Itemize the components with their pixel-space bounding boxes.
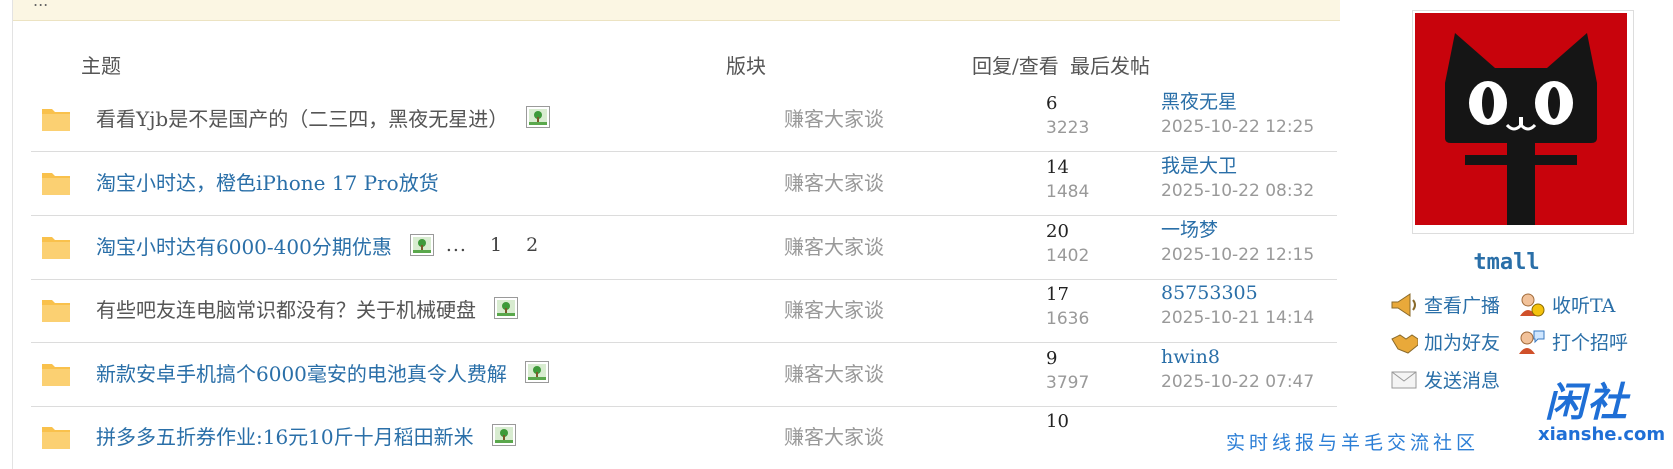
listen-user-icon	[1520, 293, 1545, 316]
add-friend-label: 加为好友	[1424, 332, 1501, 354]
username[interactable]: tmall	[1340, 250, 1673, 275]
reply-count: 9	[1046, 348, 1058, 369]
thread-title[interactable]: 看看Yjb是不是国产的（二三四，黑夜无星进）	[96, 103, 508, 132]
table-row[interactable]: 淘宝小时达，橙色iPhone 17 Pro放货 赚客大家谈 14 1484 我是…	[31, 148, 1337, 216]
greet-user-icon	[1519, 330, 1545, 354]
thread-list-panel: ... 主题 版块 回复/查看 最后发帖 看看Yjb是不是国产的（二三四，黑夜无…	[12, 0, 1343, 469]
image-attachment-icon	[494, 297, 518, 319]
header-forum: 版块	[726, 54, 766, 78]
image-attachment-icon	[491, 424, 516, 446]
page-ellipsis: ...	[445, 234, 467, 256]
last-post-time[interactable]: 2025-10-22 07:47	[1161, 370, 1314, 395]
view-count: 3797	[1046, 373, 1090, 393]
forum-name[interactable]: 赚客大家谈	[784, 421, 884, 450]
header-subject: 主题	[81, 54, 121, 78]
folder-icon	[42, 109, 70, 131]
reply-count: 20	[1046, 221, 1069, 242]
last-post-author[interactable]: 我是大卫	[1161, 154, 1314, 179]
image-attachment-icon	[409, 234, 434, 256]
image-attachment-icon	[524, 361, 549, 383]
last-post-time[interactable]: 2025-10-22 12:15	[1161, 243, 1314, 268]
last-post-author[interactable]: hwin8	[1161, 345, 1314, 370]
watermark-domain: xianshe.com	[1538, 424, 1666, 445]
breadcrumb-strip: ...	[13, 0, 1342, 21]
view-count: 1484	[1046, 182, 1090, 202]
folder-icon	[42, 364, 70, 386]
last-post-time[interactable]: 2025-10-21 14:14	[1161, 306, 1314, 331]
greet-button[interactable]: 打个招呼	[1518, 328, 1628, 355]
thread-title[interactable]: 淘宝小时达，橙色iPhone 17 Pro放货	[96, 167, 439, 196]
last-post-author[interactable]: 85753305	[1161, 281, 1314, 306]
greet-label: 打个招呼	[1552, 332, 1629, 354]
tmall-cat-avatar-icon	[1415, 13, 1627, 225]
follow-button[interactable]: 收听TA	[1518, 291, 1615, 318]
view-count: 1636	[1046, 309, 1090, 329]
reply-count: 6	[1046, 93, 1058, 114]
reply-count: 10	[1046, 411, 1069, 432]
thread-title[interactable]: 拼多多五折券作业:16元10斤十月稻田新米	[96, 421, 474, 450]
table-row[interactable]: 看看Yjb是不是国产的（二三四，黑夜无星进） 赚客大家谈 6 3223 黑夜无星…	[31, 84, 1337, 152]
folder-icon	[42, 427, 70, 449]
last-post-author[interactable]: 一场梦	[1161, 218, 1314, 243]
envelope-icon	[1391, 371, 1417, 388]
handshake-icon	[1391, 333, 1418, 354]
thread-title[interactable]: 有些吧友连电脑常识都没有？关于机械硬盘	[96, 294, 476, 323]
folder-icon	[42, 237, 70, 259]
breadcrumb: ...	[33, 0, 49, 10]
watermark-logo: 闲社	[1545, 380, 1629, 426]
last-post-time[interactable]: 2025-10-22 08:32	[1161, 179, 1314, 204]
megaphone-icon	[1391, 292, 1416, 317]
watermark-slogan: 实时线报与羊毛交流社区	[1126, 428, 1497, 468]
view-count: 1402	[1046, 246, 1090, 266]
reply-count: 14	[1046, 157, 1069, 178]
forum-name[interactable]: 赚客大家谈	[784, 231, 884, 260]
send-message-button[interactable]: 发送消息	[1390, 366, 1500, 393]
forum-name[interactable]: 赚客大家谈	[784, 167, 884, 196]
folder-icon	[42, 300, 70, 322]
forum-name[interactable]: 赚客大家谈	[784, 358, 884, 387]
header-replies-views: 回复/查看	[972, 54, 1059, 78]
forum-name[interactable]: 赚客大家谈	[784, 103, 884, 132]
page-link-2[interactable]: 2	[526, 234, 539, 256]
last-post-author[interactable]: 黑夜无星	[1161, 90, 1314, 115]
reply-count: 17	[1046, 284, 1069, 305]
last-post-time[interactable]: 2025-10-22 12:25	[1161, 115, 1314, 140]
thread-title[interactable]: 新款安卓手机搞个6000毫安的电池真令人费解	[96, 358, 507, 387]
table-row[interactable]: 有些吧友连电脑常识都没有？关于机械硬盘 赚客大家谈 17 1636 857533…	[31, 275, 1337, 343]
page-link-1[interactable]: 1	[490, 234, 503, 256]
page-links: ... 1 2	[446, 234, 539, 256]
avatar[interactable]	[1412, 10, 1634, 234]
table-row[interactable]: 淘宝小时达有6000-400分期优惠 ... 1 2 赚客大家谈 20 1402…	[31, 212, 1337, 280]
header-last-post: 最后发帖	[1070, 54, 1150, 78]
view-broadcast-button[interactable]: 查看广播	[1390, 291, 1500, 318]
folder-icon	[42, 173, 70, 195]
forum-name[interactable]: 赚客大家谈	[784, 294, 884, 323]
add-friend-button[interactable]: 加为好友	[1390, 328, 1500, 355]
send-message-label: 发送消息	[1424, 370, 1501, 392]
image-attachment-icon	[526, 106, 551, 128]
follow-label: 收听TA	[1552, 295, 1616, 317]
thread-title[interactable]: 淘宝小时达有6000-400分期优惠	[96, 231, 392, 260]
table-row[interactable]: 新款安卓手机搞个6000毫安的电池真令人费解 赚客大家谈 9 3797 hwin…	[31, 339, 1337, 407]
view-count: 3223	[1046, 118, 1090, 138]
view-broadcast-label: 查看广播	[1424, 295, 1501, 317]
